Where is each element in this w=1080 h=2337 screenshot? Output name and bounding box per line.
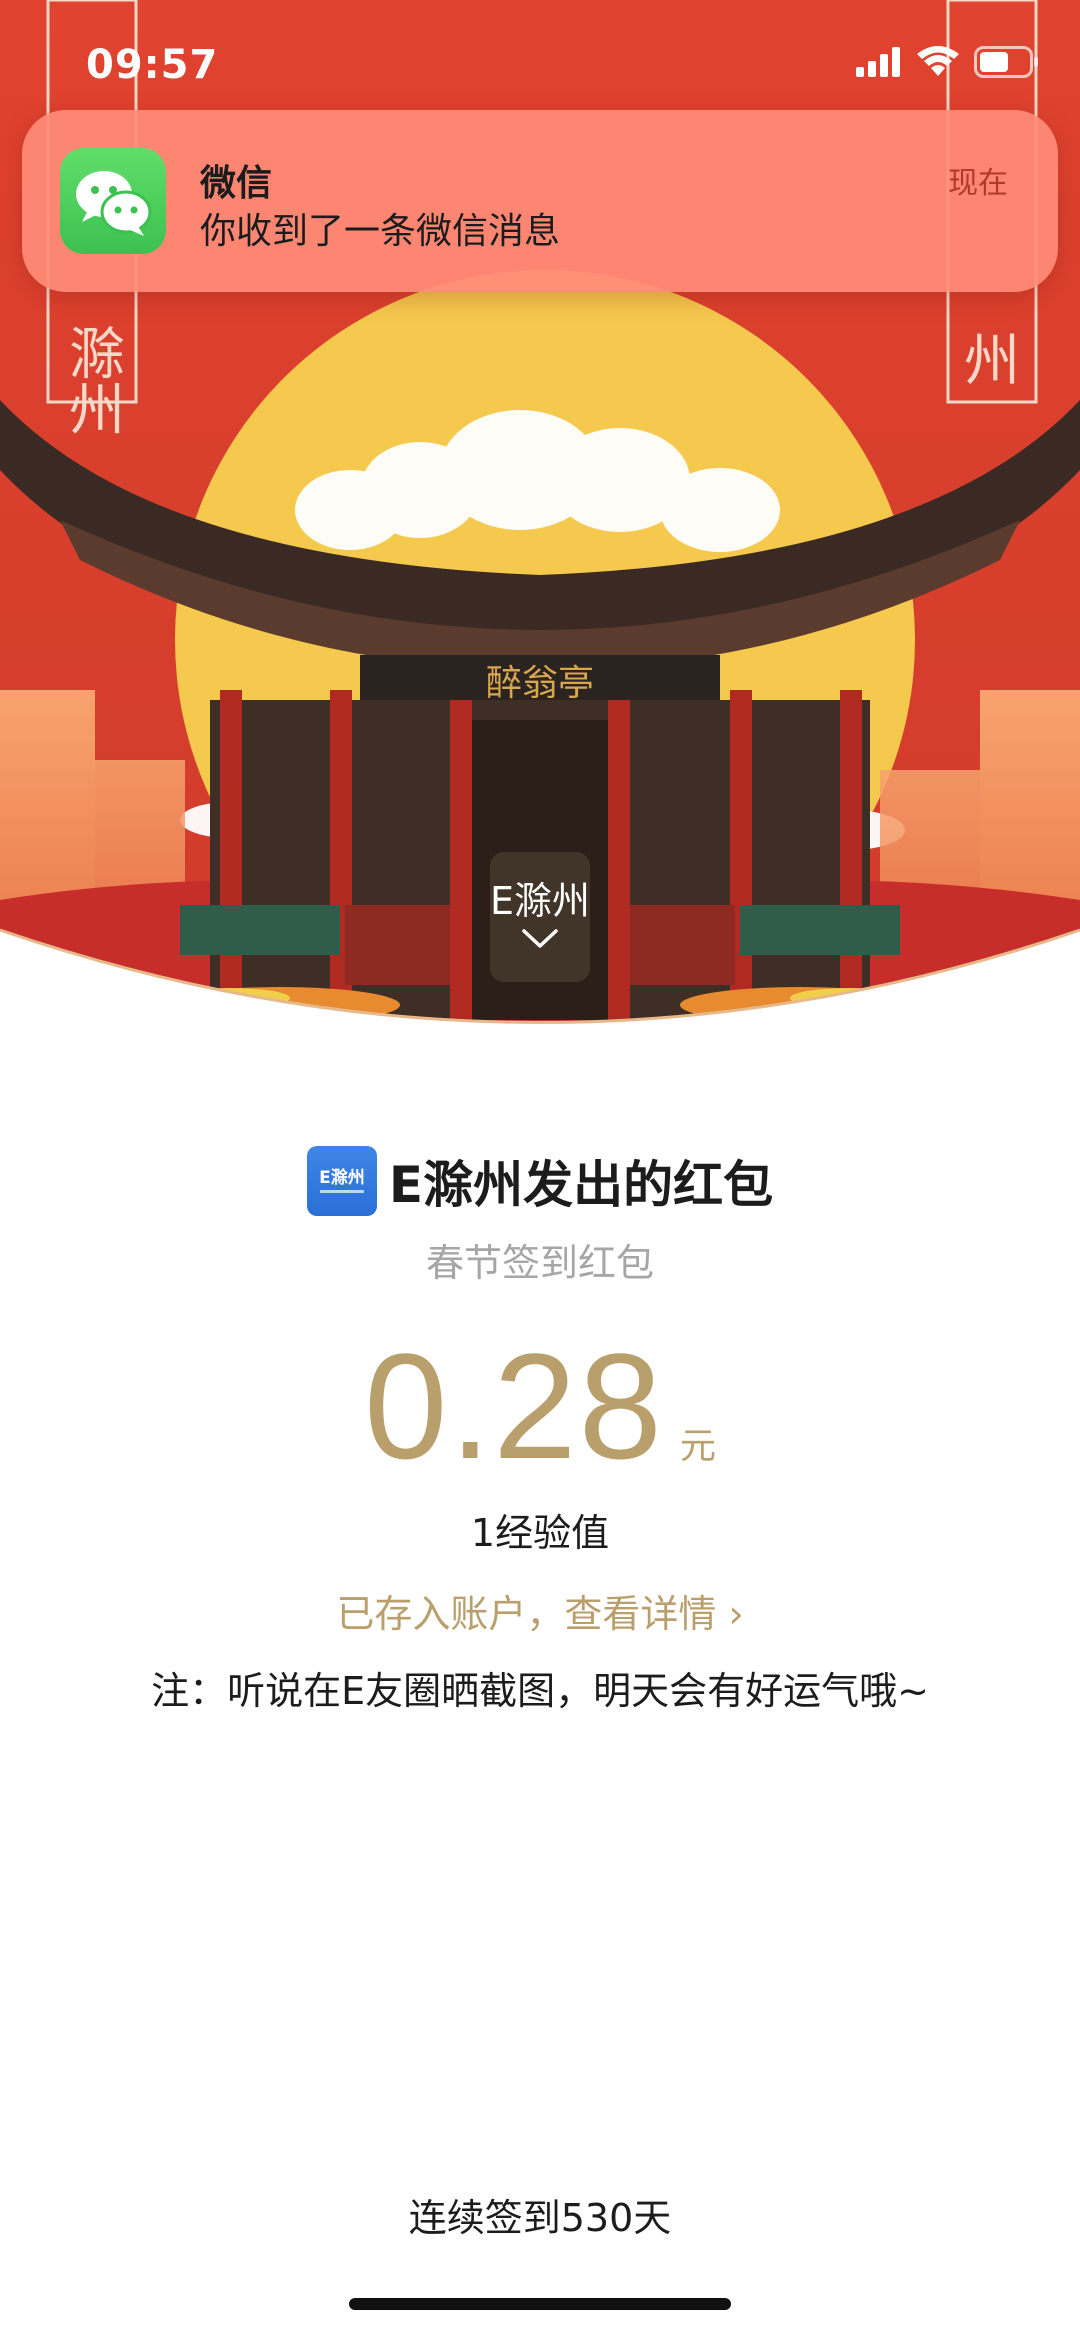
status-time: 09:57: [86, 42, 219, 88]
amount-row: 0.28 元: [0, 1320, 1080, 1490]
wechat-notification[interactable]: 微信 你收到了一条微信消息 现在: [22, 110, 1058, 292]
view-details-link[interactable]: 已存入账户，查看详情 ›: [0, 1583, 1080, 1638]
notification-message: 你收到了一条微信消息: [200, 211, 561, 252]
wifi-icon: [917, 46, 959, 76]
sender-row: E滁州 E滁州发出的红包: [0, 1145, 1080, 1217]
left-scroll-text: 滁州: [60, 324, 125, 436]
sender-logo-underline: [319, 1190, 364, 1193]
right-scroll-text: 州: [964, 329, 1020, 394]
share-note: 注：听说在E友圈晒截图，明天会有好运气哦~: [151, 1669, 929, 1713]
battery-icon: [974, 46, 1038, 78]
wechat-icon: [60, 148, 166, 254]
cellular-signal-icon: [856, 47, 900, 77]
chevron-down-icon: [522, 929, 558, 948]
status-icons: [856, 46, 1040, 78]
amount-value: 0.28: [364, 1322, 664, 1490]
home-indicator[interactable]: [349, 2298, 731, 2310]
city-selector-label: E滁州: [489, 879, 590, 923]
experience-points: 1经验值: [470, 1511, 610, 1555]
red-packet-subtitle: 春节签到红包: [425, 1241, 654, 1285]
sender-logo-text: E滁州: [319, 1168, 365, 1188]
sender-logo: E滁州: [306, 1146, 377, 1216]
pavilion-plaque: 醉翁亭: [486, 663, 594, 704]
notification-app-name: 微信: [200, 163, 273, 204]
notification-time: 现在: [948, 166, 1008, 201]
sender-name: E滁州发出的红包: [388, 1156, 774, 1214]
amount-unit: 元: [679, 1426, 716, 1467]
check-in-streak: 连续签到530天: [408, 2196, 672, 2240]
